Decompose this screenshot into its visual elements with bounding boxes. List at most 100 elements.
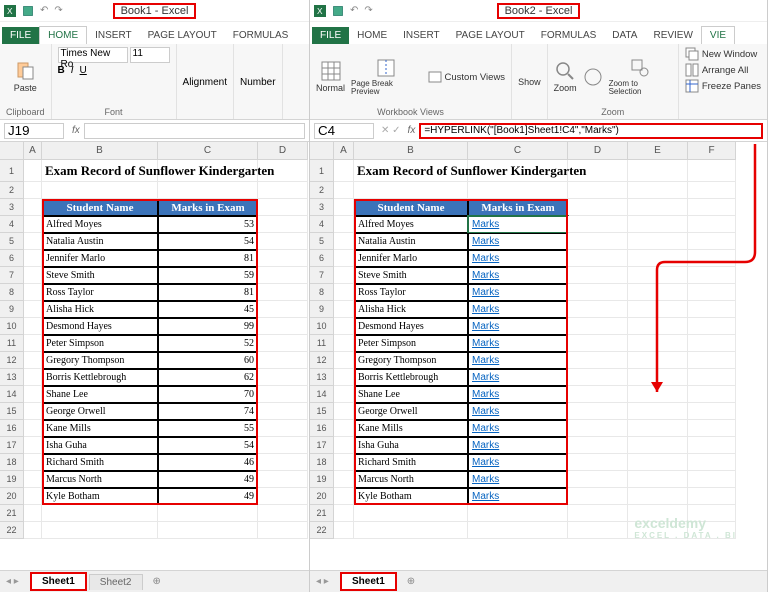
cell-E11[interactable] [628, 335, 688, 352]
cell-C7[interactable]: Marks [468, 267, 568, 284]
cell-C22[interactable] [468, 522, 568, 539]
show-button[interactable]: Show [518, 77, 541, 87]
cell-D14[interactable] [258, 386, 308, 403]
cell-A6[interactable] [24, 250, 42, 267]
row-header-1[interactable]: 1 [0, 160, 24, 182]
bold-button[interactable]: B [58, 65, 65, 76]
cell-A18[interactable] [24, 454, 42, 471]
row-header-18[interactable]: 18 [310, 454, 334, 471]
col-header-D[interactable]: D [568, 142, 628, 160]
cell-B6[interactable]: Jennifer Marlo [42, 250, 158, 267]
cell-C13[interactable]: Marks [468, 369, 568, 386]
cell-B17[interactable]: Isha Guha [354, 437, 468, 454]
cell-A20[interactable] [334, 488, 354, 505]
cell-D5[interactable] [258, 233, 308, 250]
cell-B22[interactable] [354, 522, 468, 539]
row-header-6[interactable]: 6 [0, 250, 24, 267]
cell-F2[interactable] [688, 182, 736, 199]
cell-C14[interactable]: Marks [468, 386, 568, 403]
cell-C11[interactable]: 52 [158, 335, 258, 352]
row-header-7[interactable]: 7 [0, 267, 24, 284]
row-header-19[interactable]: 19 [0, 471, 24, 488]
cell-B7[interactable]: Steve Smith [42, 267, 158, 284]
cell-D19[interactable] [258, 471, 308, 488]
cell-D10[interactable] [258, 318, 308, 335]
cell-C12[interactable]: Marks [468, 352, 568, 369]
cell-D14[interactable] [568, 386, 628, 403]
cell-C12[interactable]: 60 [158, 352, 258, 369]
cell-B7[interactable]: Steve Smith [354, 267, 468, 284]
cell-C9[interactable]: 45 [158, 301, 258, 318]
undo-icon[interactable]: ↶ [350, 5, 358, 16]
row-header-2[interactable]: 2 [0, 182, 24, 199]
cell-E9[interactable] [628, 301, 688, 318]
cell-F8[interactable] [688, 284, 736, 301]
cell-A6[interactable] [334, 250, 354, 267]
cell-B1[interactable]: Exam Record of Sunflower Kindergarten [42, 160, 158, 182]
row-header-14[interactable]: 14 [310, 386, 334, 403]
cell-A7[interactable] [24, 267, 42, 284]
row-header-8[interactable]: 8 [310, 284, 334, 301]
italic-button[interactable]: I [71, 65, 74, 76]
tab-data[interactable]: DATA [604, 27, 645, 44]
cell-B4[interactable]: Alfred Moyes [42, 216, 158, 233]
cell-B16[interactable]: Kane Mills [354, 420, 468, 437]
cell-C6[interactable]: Marks [468, 250, 568, 267]
arrange-all-button[interactable]: Arrange All [685, 63, 748, 77]
cell-A2[interactable] [334, 182, 354, 199]
cell-D12[interactable] [258, 352, 308, 369]
cell-D22[interactable] [258, 522, 308, 539]
cell-C19[interactable]: 49 [158, 471, 258, 488]
cell-F9[interactable] [688, 301, 736, 318]
cell-C8[interactable]: 81 [158, 284, 258, 301]
cell-C15[interactable]: 74 [158, 403, 258, 420]
cell-D2[interactable] [568, 182, 628, 199]
cell-C17[interactable]: Marks [468, 437, 568, 454]
row-header-3[interactable]: 3 [0, 199, 24, 216]
cell-B5[interactable]: Natalia Austin [42, 233, 158, 250]
cell-D8[interactable] [258, 284, 308, 301]
tab-insert[interactable]: INSERT [395, 27, 448, 44]
cell-B17[interactable]: Isha Guha [42, 437, 158, 454]
cell-D4[interactable] [258, 216, 308, 233]
cell-D13[interactable] [568, 369, 628, 386]
cell-B13[interactable]: Borris Kettlebrough [42, 369, 158, 386]
cell-B2[interactable] [42, 182, 158, 199]
cell-F10[interactable] [688, 318, 736, 335]
cell-B15[interactable]: George Orwell [354, 403, 468, 420]
cell-C4[interactable]: Marks [468, 216, 568, 233]
cell-C4[interactable]: 53 [158, 216, 258, 233]
formula-bar[interactable] [84, 123, 305, 139]
cell-A5[interactable] [334, 233, 354, 250]
row-header-6[interactable]: 6 [310, 250, 334, 267]
row-header-12[interactable]: 12 [0, 352, 24, 369]
cell-B2[interactable] [354, 182, 468, 199]
cell-B19[interactable]: Marcus North [42, 471, 158, 488]
cell-A17[interactable] [24, 437, 42, 454]
cell-C11[interactable]: Marks [468, 335, 568, 352]
cell-F16[interactable] [688, 420, 736, 437]
tab-insert[interactable]: INSERT [87, 27, 140, 44]
cell-B14[interactable]: Shane Lee [42, 386, 158, 403]
alignment-button[interactable]: Alignment [183, 77, 227, 88]
cell-E13[interactable] [628, 369, 688, 386]
cell-D3[interactable] [258, 199, 308, 216]
cell-D17[interactable] [568, 437, 628, 454]
row-header-20[interactable]: 20 [0, 488, 24, 505]
row-header-16[interactable]: 16 [310, 420, 334, 437]
cell-F11[interactable] [688, 335, 736, 352]
cell-C17[interactable]: 54 [158, 437, 258, 454]
cell-D18[interactable] [258, 454, 308, 471]
cell-E10[interactable] [628, 318, 688, 335]
cell-E4[interactable] [628, 216, 688, 233]
redo-icon[interactable]: ↷ [364, 5, 372, 16]
cell-A8[interactable] [24, 284, 42, 301]
cell-A14[interactable] [334, 386, 354, 403]
cell-C2[interactable] [158, 182, 258, 199]
cell-B6[interactable]: Jennifer Marlo [354, 250, 468, 267]
col-header-B[interactable]: B [42, 142, 158, 160]
cell-F13[interactable] [688, 369, 736, 386]
cell-A8[interactable] [334, 284, 354, 301]
row-header-1[interactable]: 1 [310, 160, 334, 182]
row-header-20[interactable]: 20 [310, 488, 334, 505]
